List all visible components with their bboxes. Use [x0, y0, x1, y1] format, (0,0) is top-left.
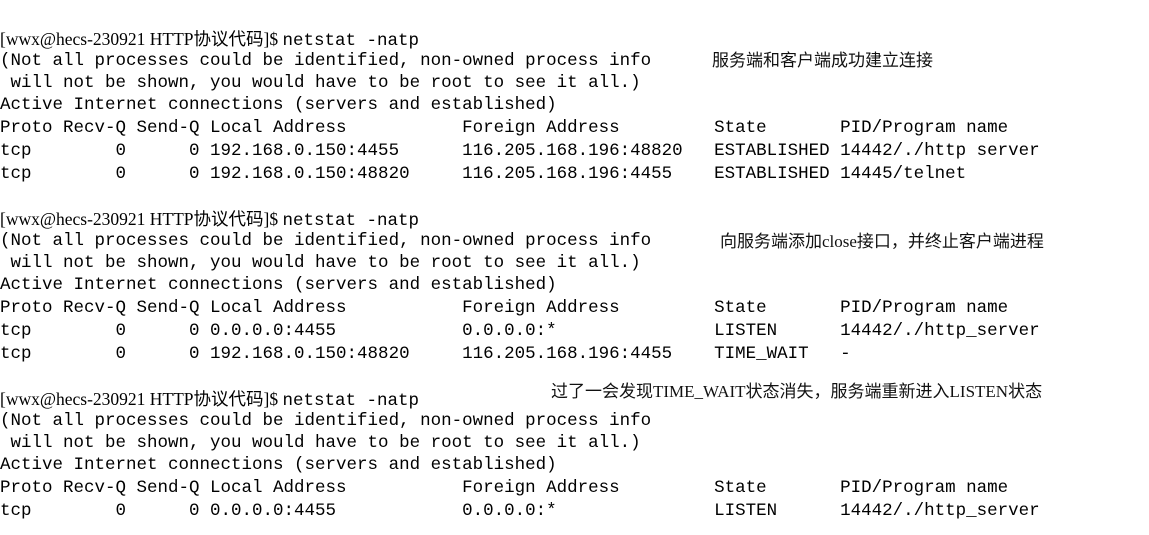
warning-line-3a: (Not all processes could be identified, … — [0, 411, 652, 431]
shell-prompt: [wwx@hecs-230921 HTTP协议代码]$ — [0, 209, 283, 229]
column-header-1: Proto Recv-Q Send-Q Local Address Foreig… — [0, 118, 1009, 138]
active-connections-header-2: Active Internet connections (servers and… — [0, 275, 557, 295]
warning-line-2a: (Not all processes could be identified, … — [0, 231, 652, 251]
active-connections-header-1: Active Internet connections (servers and… — [0, 95, 557, 115]
prompt-line-1: [wwx@hecs-230921 HTTP协议代码]$ netstat -nat… — [0, 28, 419, 52]
column-header-2: Proto Recv-Q Send-Q Local Address Foreig… — [0, 298, 1009, 318]
shell-command: netstat -natp — [282, 391, 420, 411]
active-connections-header-3: Active Internet connections (servers and… — [0, 455, 557, 475]
shell-prompt: [wwx@hecs-230921 HTTP协议代码]$ — [0, 29, 283, 49]
shell-command: netstat -natp — [282, 31, 420, 51]
column-header-3: Proto Recv-Q Send-Q Local Address Foreig… — [0, 478, 1009, 498]
table-row: tcp 0 0 0.0.0.0:4455 0.0.0.0:* LISTEN 14… — [0, 321, 1040, 341]
prompt-line-2: [wwx@hecs-230921 HTTP协议代码]$ netstat -nat… — [0, 208, 419, 232]
annotation-block-2: 向服务端添加close接口，并终止客户端进程 — [720, 232, 1044, 251]
annotation-block-3: 过了一会发现TIME_WAIT状态消失，服务端重新进入LISTEN状态 — [551, 382, 1043, 401]
warning-line-2b: will not be shown, you would have to be … — [0, 253, 641, 273]
table-row: tcp 0 0 0.0.0.0:4455 0.0.0.0:* LISTEN 14… — [0, 501, 1040, 521]
prompt-line-3: [wwx@hecs-230921 HTTP协议代码]$ netstat -nat… — [0, 388, 419, 412]
table-row: tcp 0 0 192.168.0.150:4455 116.205.168.1… — [0, 141, 1040, 161]
shell-command: netstat -natp — [282, 211, 420, 231]
annotation-block-1: 服务端和客户端成功建立连接 — [712, 51, 933, 70]
warning-line-1a: (Not all processes could be identified, … — [0, 51, 652, 71]
table-row: tcp 0 0 192.168.0.150:48820 116.205.168.… — [0, 344, 851, 364]
terminal-window: [wwx@hecs-230921 HTTP协议代码]$ netstat -nat… — [0, 0, 1149, 535]
warning-line-1b: will not be shown, you would have to be … — [0, 73, 641, 93]
table-row: tcp 0 0 192.168.0.150:48820 116.205.168.… — [0, 164, 967, 184]
warning-line-3b: will not be shown, you would have to be … — [0, 433, 641, 453]
shell-prompt: [wwx@hecs-230921 HTTP协议代码]$ — [0, 389, 283, 409]
